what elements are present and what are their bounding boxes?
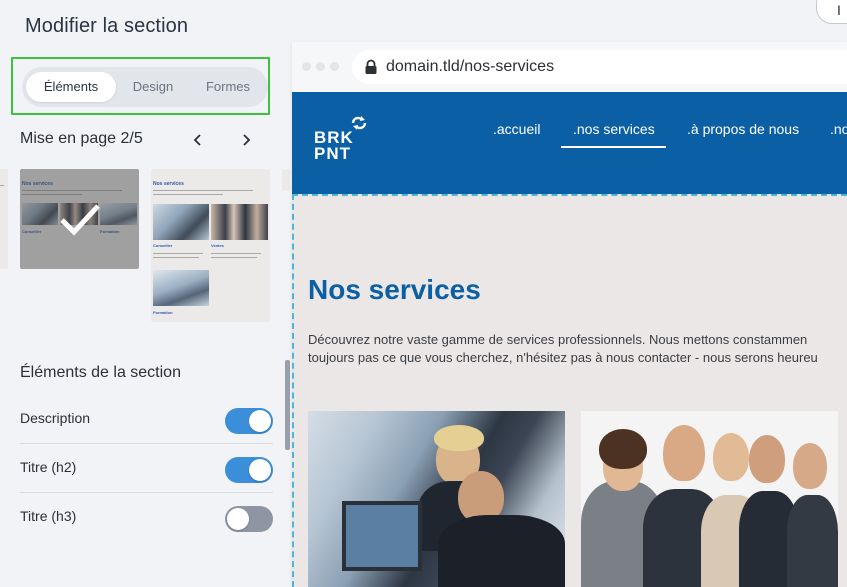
section-tabs: Éléments Design Formes — [22, 67, 268, 107]
nav-about[interactable]: .à propos de nous — [687, 121, 799, 137]
site-preview: domain.tld/nos-services BRK PNT .accueil… — [292, 42, 847, 587]
thumbnail-photo — [211, 204, 268, 240]
section-description[interactable]: Découvrez notre vaste gamme de services … — [308, 331, 818, 367]
thumbnail-photo — [153, 270, 209, 306]
layout-thumbnail-prev[interactable] — [0, 169, 8, 269]
layout-thumbnail[interactable]: Nos services Conseiller Ventes Formation — [151, 169, 270, 322]
thumbnail-photo — [153, 204, 209, 240]
url-bar[interactable]: domain.tld/nos-services — [352, 50, 847, 84]
next-layout-button[interactable] — [234, 128, 258, 152]
panel-title: Modifier la section — [25, 15, 189, 37]
chevron-left-icon — [193, 134, 201, 146]
layout-pager: Mise en page 2/5 — [20, 128, 280, 152]
site-header: BRK PNT .accueil .nos services .à propos… — [292, 92, 847, 194]
toggle-row-h3: Titre (h3) — [20, 494, 273, 542]
site-logo[interactable]: BRK PNT — [314, 129, 354, 162]
thumbnail-title: Nos services — [22, 181, 53, 187]
toggle-row-description: Description — [20, 396, 273, 444]
window-dot — [316, 62, 325, 71]
description-toggle[interactable] — [225, 408, 273, 434]
refresh-arrows-icon — [351, 116, 367, 130]
browser-chrome: domain.tld/nos-services — [292, 42, 847, 92]
toggle-label: Description — [20, 410, 91, 426]
lock-icon — [365, 59, 377, 74]
layout-thumbnail-next[interactable] — [282, 169, 290, 191]
tab-shapes[interactable]: Formes — [190, 72, 266, 102]
office-photo[interactable] — [308, 411, 565, 587]
checkmark-icon — [60, 204, 100, 236]
layout-label: Mise en page 2/5 — [20, 130, 143, 147]
thumbnail-photo — [100, 203, 137, 225]
site-section[interactable]: Nos services Découvrez notre vaste gamme… — [292, 194, 847, 587]
layout-thumbnail-selected[interactable]: Nos services Conseiller Formation — [20, 169, 139, 269]
h3-title-toggle[interactable] — [225, 506, 273, 532]
top-right-button[interactable]: I — [816, 0, 847, 24]
layout-thumbnails: Nos services Conseiller Formation Nos se… — [0, 169, 290, 324]
tab-design[interactable]: Design — [116, 72, 190, 102]
url-text: domain.tld/nos-services — [386, 58, 555, 75]
nav-home[interactable]: .accueil — [493, 121, 540, 137]
window-dot — [330, 62, 339, 71]
nav-services[interactable]: .nos services — [573, 121, 655, 137]
prev-layout-button[interactable] — [186, 128, 210, 152]
team-photo[interactable] — [581, 411, 838, 587]
nav-active-indicator — [561, 146, 666, 148]
section-heading[interactable]: Nos services — [308, 274, 481, 306]
section-elements-heading: Éléments de la section — [20, 364, 181, 381]
edit-section-panel: Modifier la section Éléments Design Form… — [0, 0, 290, 587]
toggle-label: Titre (h3) — [20, 508, 77, 524]
h2-title-toggle[interactable] — [225, 457, 273, 483]
panel-scrollbar[interactable] — [285, 360, 290, 450]
window-dot — [302, 62, 311, 71]
nav-more[interactable]: .no — [830, 121, 847, 137]
thumbnail-photo — [22, 203, 58, 225]
chevron-right-icon — [243, 134, 251, 146]
toggle-label: Titre (h2) — [20, 459, 77, 475]
section-outline-left — [292, 194, 294, 587]
tab-elements[interactable]: Éléments — [26, 72, 116, 102]
section-outline-top — [292, 194, 847, 196]
toggle-row-h2: Titre (h2) — [20, 445, 273, 493]
